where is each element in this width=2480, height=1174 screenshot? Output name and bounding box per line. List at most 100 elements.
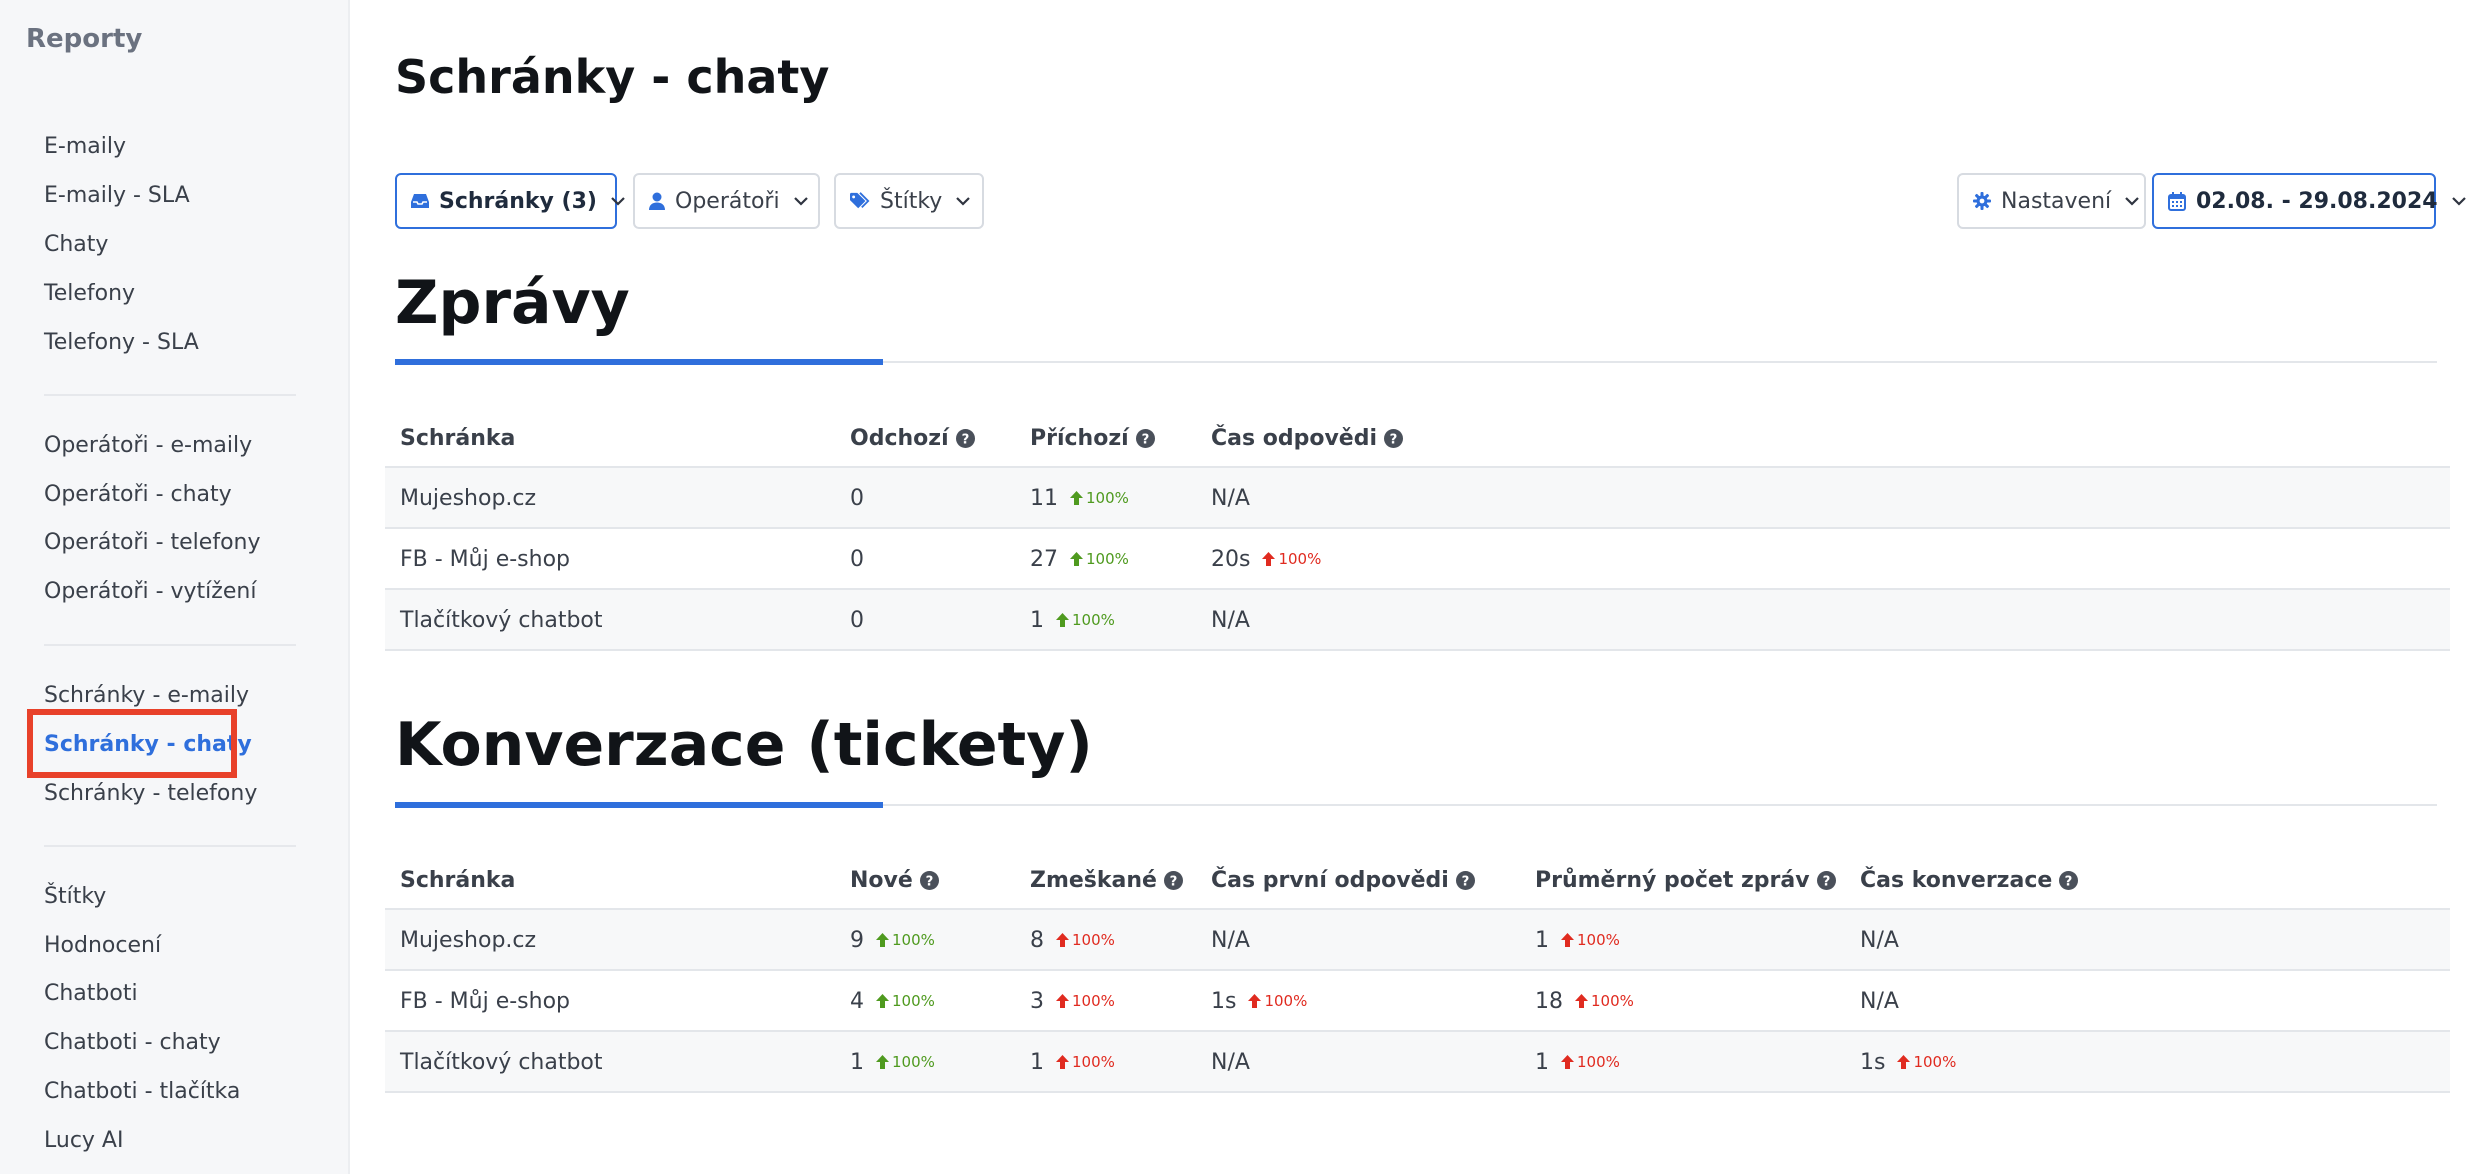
- inboxes-filter-button[interactable]: Schránky (3): [395, 173, 625, 229]
- column-header-response-time: Čas odpovědi?: [1211, 426, 1404, 451]
- table-row: Tlačítkový chatbot 0 1 100% N/A: [385, 590, 2450, 651]
- operators-filter-label: Operátoři: [675, 188, 780, 214]
- calendar-icon: [2168, 191, 2186, 211]
- column-header-first-response: Čas první odpovědi?: [1211, 868, 1475, 893]
- date-range-button[interactable]: 02.08. - 29.08.2024: [2152, 173, 2466, 229]
- svg-text:?: ?: [1141, 432, 1149, 447]
- trend-badge: 100%: [1897, 1053, 1956, 1071]
- sidebar-item-inboxes-phones[interactable]: Schránky - telefony: [44, 781, 257, 806]
- sidebar-item-chatbots-buttons[interactable]: Chatboti - tlačítka: [44, 1079, 240, 1104]
- trend-badge: 100%: [1070, 489, 1129, 507]
- cell-missed: 3 100%: [1030, 989, 1115, 1014]
- arrow-up-icon: [1575, 994, 1588, 1008]
- sidebar-item-tags[interactable]: Štítky: [44, 884, 106, 909]
- svg-text:?: ?: [961, 432, 969, 447]
- date-range-label: 02.08. - 29.08.2024: [2196, 188, 2438, 214]
- cell-inbox: FB - Můj e-shop: [400, 989, 571, 1014]
- cell-inbox: Tlačítkový chatbot: [400, 1050, 603, 1075]
- cell-missed: 1 100%: [1030, 1050, 1115, 1075]
- trend-badge: 100%: [876, 931, 935, 949]
- cell-incoming: 11 100%: [1030, 486, 1129, 511]
- svg-text:?: ?: [1822, 874, 1830, 889]
- help-icon[interactable]: ?: [2059, 871, 2079, 890]
- chevron-down-icon: [2451, 193, 2466, 209]
- help-icon[interactable]: ?: [955, 429, 975, 448]
- chevron-down-icon: [611, 193, 625, 209]
- table-row: FB - Můj e-shop 4 100% 3 100% 1s 100% 18 100…: [385, 971, 2450, 1032]
- conversations-table: Schránka Nové? Zmeškané? Čas první odpov…: [385, 848, 2450, 1093]
- sidebar-item-operators-emails[interactable]: Operátoři - e-maily: [44, 433, 252, 458]
- column-header-new: Nové?: [850, 868, 939, 893]
- help-icon[interactable]: ?: [919, 871, 939, 890]
- sidebar-item-chatbots-chats[interactable]: Chatboti - chaty: [44, 1030, 221, 1055]
- tags-icon: [850, 191, 870, 211]
- help-icon[interactable]: ?: [1135, 429, 1155, 448]
- cell-new: 1 100%: [850, 1050, 935, 1075]
- help-icon[interactable]: ?: [1384, 429, 1404, 448]
- arrow-up-icon: [1248, 994, 1262, 1008]
- sidebar-item-phones[interactable]: Telefony: [44, 281, 135, 306]
- arrow-up-icon: [876, 933, 889, 947]
- svg-text:?: ?: [1461, 874, 1469, 889]
- arrow-up-icon: [1561, 933, 1574, 947]
- gear-icon: [1973, 191, 1991, 211]
- trend-badge: 100%: [1262, 550, 1321, 568]
- tags-filter-button[interactable]: Štítky: [834, 173, 984, 229]
- settings-label: Nastavení: [2001, 188, 2112, 214]
- column-header-inbox: Schránka: [400, 426, 516, 451]
- cell-response-time: 20s 100%: [1211, 547, 1322, 572]
- user-icon: [649, 191, 665, 211]
- cell-duration: 1s 100%: [1860, 1050, 1957, 1075]
- sidebar-item-operators-phones[interactable]: Operátoři - telefony: [44, 530, 261, 555]
- cell-new: 4 100%: [850, 989, 935, 1014]
- trend-badge: 100%: [876, 1053, 935, 1071]
- arrow-up-icon: [1056, 1055, 1069, 1069]
- table-header: Schránka Nové? Zmeškané? Čas první odpov…: [385, 848, 2450, 910]
- sidebar-item-emails-sla[interactable]: E-maily - SLA: [44, 183, 190, 208]
- table-header: Schránka Odchozí? Příchozí? Čas odpovědi…: [385, 406, 2450, 468]
- cell-new: 9 100%: [850, 928, 935, 953]
- cell-first-response: N/A: [1211, 928, 1250, 953]
- cell-first-response: 1s 100%: [1211, 989, 1308, 1014]
- cell-inbox: Tlačítkový chatbot: [400, 608, 603, 633]
- cell-avg-messages: 1 100%: [1535, 928, 1620, 953]
- chevron-down-icon: [956, 193, 971, 209]
- help-icon[interactable]: ?: [1163, 871, 1183, 890]
- sidebar-item-chats[interactable]: Chaty: [44, 232, 108, 257]
- table-row: Tlačítkový chatbot 1 100% 1 100% N/A 1 100%…: [385, 1032, 2450, 1093]
- cell-response-time: N/A: [1211, 486, 1250, 511]
- cell-first-response: N/A: [1211, 1050, 1250, 1075]
- sidebar-item-ratings[interactable]: Hodnocení: [44, 933, 161, 958]
- help-icon[interactable]: ?: [1455, 871, 1475, 890]
- conversations-section-title: Konverzace (tickety): [395, 710, 1093, 780]
- trend-badge: 100%: [1561, 931, 1620, 949]
- svg-text:?: ?: [1390, 432, 1398, 447]
- sidebar-divider: [44, 644, 296, 646]
- sidebar-item-operators-chats[interactable]: Operátoři - chaty: [44, 482, 232, 507]
- arrow-up-icon: [1897, 1055, 1911, 1069]
- settings-button[interactable]: Nastavení: [1957, 173, 2146, 229]
- arrow-up-icon: [876, 994, 889, 1008]
- sidebar-item-lucy-ai[interactable]: Lucy AI: [44, 1128, 123, 1153]
- arrow-up-icon: [1070, 491, 1083, 505]
- arrow-up-icon: [1070, 552, 1083, 566]
- column-header-outgoing: Odchozí?: [850, 426, 975, 451]
- sidebar-item-chatbots[interactable]: Chatboti: [44, 981, 138, 1006]
- help-icon[interactable]: ?: [1816, 871, 1836, 890]
- sidebar-item-inboxes-emails[interactable]: Schránky - e-maily: [44, 683, 249, 708]
- table-row: Mujeshop.cz 0 11 100% N/A: [385, 468, 2450, 529]
- sidebar-divider: [44, 845, 296, 847]
- sidebar-item-emails[interactable]: E-maily: [44, 134, 126, 159]
- trend-badge: 100%: [1056, 611, 1115, 629]
- sidebar-item-phones-sla[interactable]: Telefony - SLA: [44, 330, 199, 355]
- column-header-missed: Zmeškané?: [1030, 868, 1183, 893]
- sidebar-divider: [44, 394, 296, 396]
- svg-text:?: ?: [1170, 874, 1178, 889]
- cell-inbox: Mujeshop.cz: [400, 928, 537, 953]
- cell-avg-messages: 18 100%: [1535, 989, 1634, 1014]
- inbox-icon: [411, 191, 429, 211]
- cell-incoming: 1 100%: [1030, 608, 1115, 633]
- sidebar-item-operators-load[interactable]: Operátoři - vytížení: [44, 579, 256, 604]
- operators-filter-button[interactable]: Operátoři: [633, 173, 820, 229]
- table-row: FB - Můj e-shop 0 27 100% 20s 100%: [385, 529, 2450, 590]
